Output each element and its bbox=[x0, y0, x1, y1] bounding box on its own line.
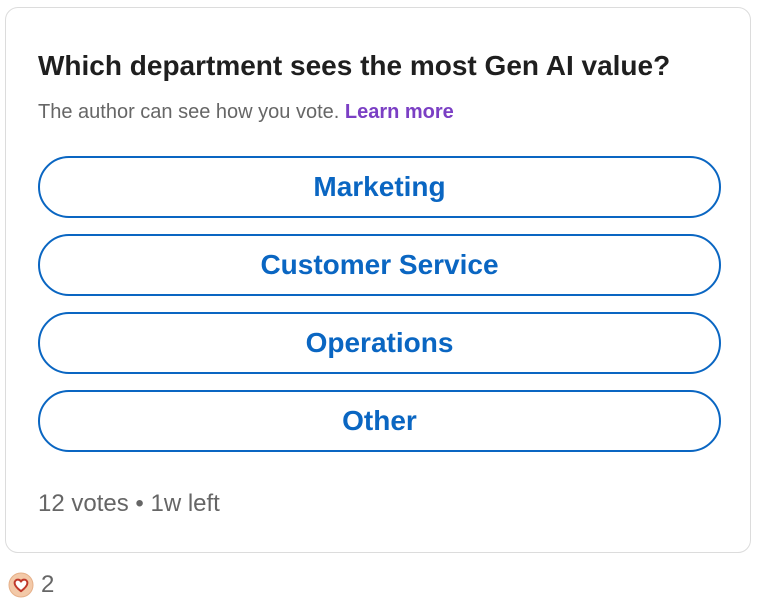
time-left: 1w left bbox=[150, 490, 220, 517]
poll-option-marketing[interactable]: Marketing bbox=[38, 156, 721, 218]
reaction-count: 2 bbox=[41, 571, 55, 598]
poll-question: Which department sees the most Gen AI va… bbox=[38, 50, 671, 81]
reactions-summary[interactable]: 2 bbox=[8, 572, 54, 598]
footer-separator: • bbox=[135, 490, 144, 517]
love-heart-icon bbox=[8, 572, 34, 598]
poll-privacy-note: The author can see how you vote. Learn m… bbox=[38, 99, 454, 125]
poll-card: Which department sees the most Gen AI va… bbox=[5, 7, 751, 553]
poll-option-operations[interactable]: Operations bbox=[38, 312, 721, 374]
privacy-text: The author can see how you vote. bbox=[38, 101, 340, 123]
poll-footer: 12 votes • 1w left bbox=[38, 489, 220, 519]
learn-more-link[interactable]: Learn more bbox=[345, 101, 454, 123]
poll-options: Marketing Customer Service Operations Ot… bbox=[38, 156, 721, 468]
poll-option-other[interactable]: Other bbox=[38, 390, 721, 452]
poll-option-customer-service[interactable]: Customer Service bbox=[38, 234, 721, 296]
vote-count: 12 votes bbox=[38, 490, 129, 517]
